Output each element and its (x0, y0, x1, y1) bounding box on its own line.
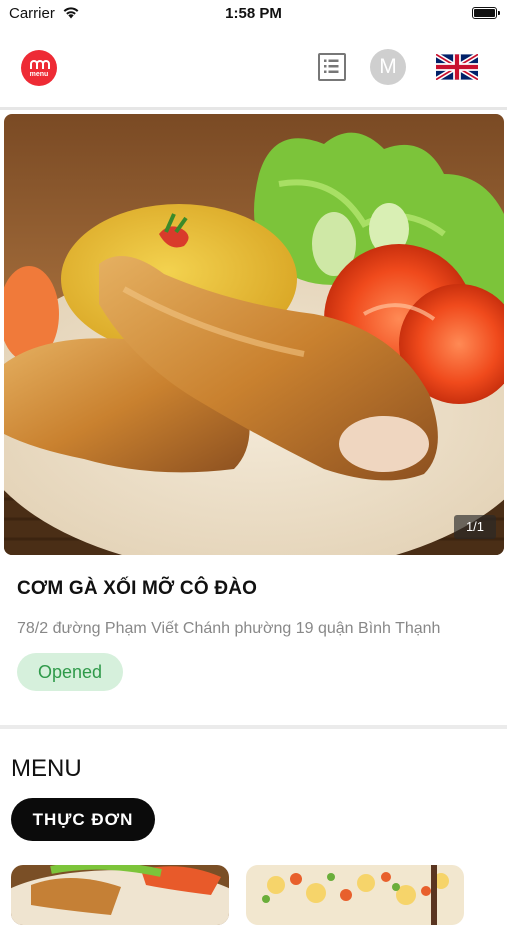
menu-item-image (246, 865, 464, 925)
menu-item-image (11, 865, 229, 925)
restaurant-address: 78/2 đường Phạm Viết Chánh phường 19 quậ… (17, 620, 441, 637)
battery-icon (472, 7, 500, 19)
app-header: menu M (0, 28, 507, 110)
avatar[interactable]: M (370, 49, 406, 85)
hero-image[interactable]: 1/1 (4, 114, 504, 555)
tab-thuc-don[interactable]: THỰC ĐƠN (11, 798, 155, 841)
clock: 1:58 PM (225, 5, 282, 22)
restaurant-name: CƠM GÀ XỐI MỠ CÔ ĐÀO (17, 578, 258, 599)
logo-icon[interactable]: menu (21, 50, 57, 86)
food-photo (4, 114, 504, 555)
menu-heading: MENU (11, 755, 82, 782)
logo-label: menu (29, 71, 49, 78)
menu-card[interactable] (246, 865, 464, 925)
menu-list-icon[interactable] (318, 53, 346, 81)
image-counter: 1/1 (454, 515, 496, 539)
status-bar: Carrier 1:58 PM (0, 0, 507, 28)
section-divider (0, 725, 507, 729)
status-badge: Opened (17, 653, 123, 691)
uk-flag-icon[interactable] (436, 54, 478, 80)
menu-card[interactable] (11, 865, 229, 925)
